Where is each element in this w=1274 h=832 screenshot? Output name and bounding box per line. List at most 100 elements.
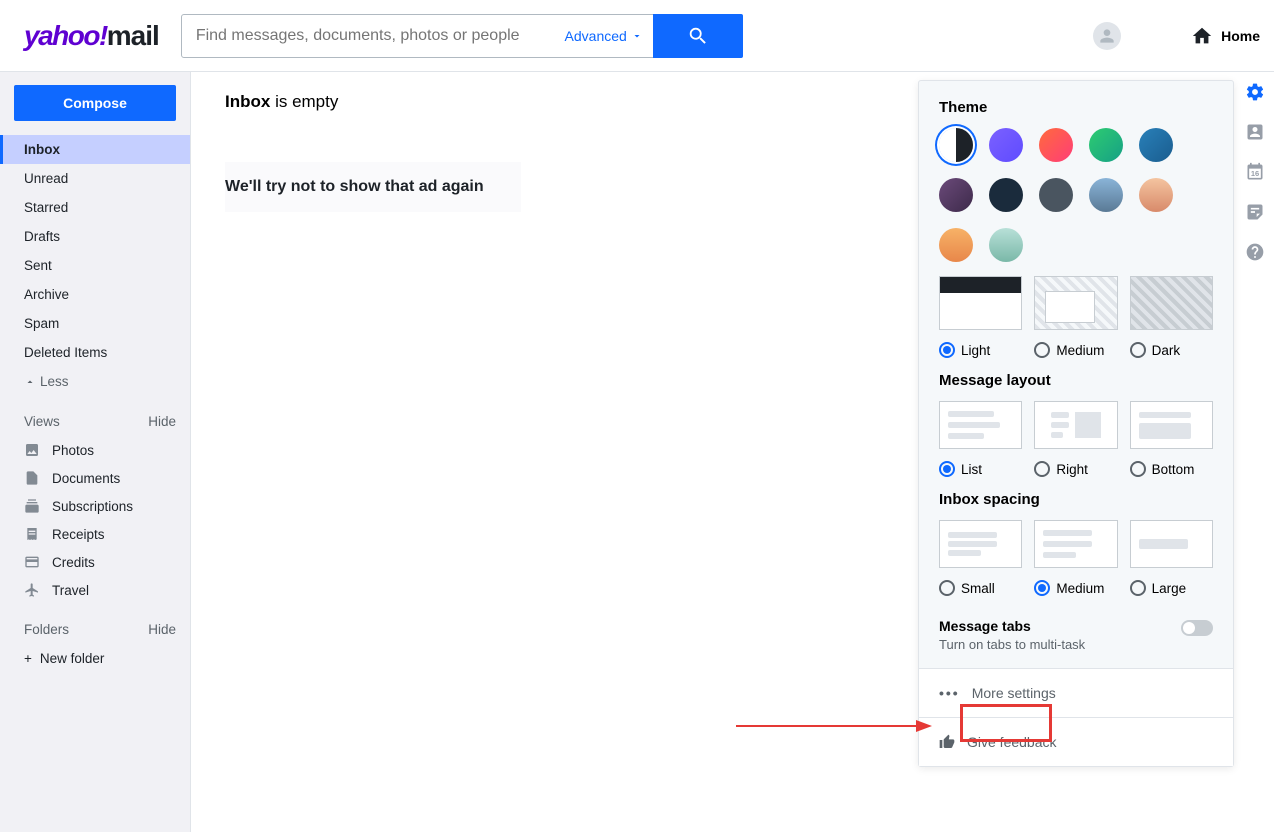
home-button[interactable]: Home (1191, 25, 1260, 47)
receipt-icon (24, 526, 40, 542)
message-tabs-row: Message tabs Turn on tabs to multi-task (919, 610, 1233, 668)
photo-icon (24, 442, 40, 458)
view-label: Documents (52, 471, 120, 486)
folder-drafts[interactable]: Drafts (0, 222, 190, 251)
swatch-blue[interactable] (1139, 128, 1173, 162)
radio-small[interactable]: Small (939, 580, 1022, 596)
swatch-gray[interactable] (1039, 178, 1073, 212)
radio-large[interactable]: Large (1130, 580, 1213, 596)
spacing-radios: Small Medium Large (919, 576, 1233, 610)
chevron-up-icon (24, 376, 36, 388)
dots-icon: ••• (939, 685, 960, 701)
swatch-classic[interactable] (939, 128, 973, 162)
folders-title: Folders (24, 622, 69, 637)
tabs-subtitle: Turn on tabs to multi-task (939, 637, 1085, 652)
notes-icon[interactable] (1245, 202, 1265, 222)
swatch-violet[interactable] (939, 178, 973, 212)
theme-light-preview[interactable] (939, 276, 1022, 330)
less-toggle[interactable]: Less (0, 367, 190, 396)
swatch-purple[interactable] (989, 128, 1023, 162)
layout-right-preview[interactable] (1034, 401, 1117, 449)
view-credits[interactable]: Credits (0, 548, 190, 576)
theme-mode-radios: Light Medium Dark (919, 338, 1233, 372)
views-hide[interactable]: Hide (148, 414, 176, 429)
give-feedback[interactable]: Give feedback (919, 717, 1233, 766)
advanced-label: Advanced (565, 28, 627, 44)
document-icon (24, 470, 40, 486)
contacts-icon[interactable] (1245, 122, 1265, 142)
tabs-title: Message tabs (939, 618, 1085, 634)
swatch-mountain[interactable] (1089, 178, 1123, 212)
less-label: Less (40, 374, 69, 389)
spacing-large-preview[interactable] (1130, 520, 1213, 568)
calendar-icon[interactable]: 16 (1245, 162, 1265, 182)
help-icon[interactable] (1245, 242, 1265, 262)
swatch-sunset[interactable] (939, 228, 973, 262)
layout-list-preview[interactable] (939, 401, 1022, 449)
inbox-title: Inbox (225, 92, 270, 111)
advanced-search[interactable]: Advanced (555, 28, 653, 44)
folder-spam[interactable]: Spam (0, 309, 190, 338)
inbox-empty: is empty (270, 92, 338, 111)
theme-swatches (919, 128, 1233, 276)
swatch-ocean[interactable] (989, 228, 1023, 262)
spacing-medium-preview[interactable] (1034, 520, 1117, 568)
swatch-green[interactable] (1089, 128, 1123, 162)
search-input[interactable] (182, 27, 555, 45)
folder-unread[interactable]: Unread (0, 164, 190, 193)
subscriptions-icon (24, 498, 40, 514)
settings-panel: Theme Light Medium Dark Message layout L… (918, 80, 1234, 767)
layout-previews (919, 401, 1233, 457)
tabs-toggle[interactable] (1181, 620, 1213, 636)
swatch-orange[interactable] (1039, 128, 1073, 162)
theme-dark-preview[interactable] (1130, 276, 1213, 330)
svg-text:16: 16 (1251, 169, 1259, 178)
spacing-small-preview[interactable] (939, 520, 1022, 568)
folder-sent[interactable]: Sent (0, 251, 190, 280)
thumb-icon (939, 734, 955, 750)
radio-dark[interactable]: Dark (1130, 342, 1213, 358)
sidebar: Compose Inbox Unread Starred Drafts Sent… (0, 72, 191, 832)
folder-inbox[interactable]: Inbox (0, 135, 190, 164)
view-receipts[interactable]: Receipts (0, 520, 190, 548)
radio-light[interactable]: Light (939, 342, 1022, 358)
ad-message: We'll try not to show that ad again (225, 162, 521, 212)
view-travel[interactable]: Travel (0, 576, 190, 604)
view-documents[interactable]: Documents (0, 464, 190, 492)
folder-deleted[interactable]: Deleted Items (0, 338, 190, 367)
view-label: Subscriptions (52, 499, 133, 514)
new-folder-label: New folder (40, 651, 105, 666)
views-header: Views Hide (0, 396, 190, 436)
swatch-beach[interactable] (1139, 178, 1173, 212)
view-subscriptions[interactable]: Subscriptions (0, 492, 190, 520)
plane-icon (24, 582, 40, 598)
radio-bottom[interactable]: Bottom (1130, 461, 1213, 477)
home-label: Home (1221, 28, 1260, 44)
views-title: Views (24, 414, 60, 429)
theme-medium-preview[interactable] (1034, 276, 1117, 330)
view-label: Credits (52, 555, 95, 570)
more-settings-label: More settings (972, 685, 1056, 701)
radio-list[interactable]: List (939, 461, 1022, 477)
radio-right[interactable]: Right (1034, 461, 1117, 477)
spacing-previews (919, 520, 1233, 576)
radio-med[interactable]: Medium (1034, 580, 1117, 596)
layout-bottom-preview[interactable] (1130, 401, 1213, 449)
compose-button[interactable]: Compose (14, 85, 176, 121)
radio-medium[interactable]: Medium (1034, 342, 1117, 358)
search-button[interactable] (653, 14, 743, 58)
new-folder[interactable]: + New folder (0, 644, 190, 673)
gear-icon[interactable] (1245, 82, 1265, 102)
more-settings[interactable]: ••• More settings (919, 668, 1233, 717)
folders-hide[interactable]: Hide (148, 622, 176, 637)
plus-icon: + (24, 651, 32, 666)
folder-archive[interactable]: Archive (0, 280, 190, 309)
avatar[interactable] (1093, 22, 1121, 50)
logo[interactable]: yahoo!mail (24, 20, 159, 52)
spacing-heading: Inbox spacing (919, 491, 1233, 520)
folder-starred[interactable]: Starred (0, 193, 190, 222)
person-icon (1097, 26, 1117, 46)
theme-mode-previews (919, 276, 1233, 338)
swatch-navy[interactable] (989, 178, 1023, 212)
view-photos[interactable]: Photos (0, 436, 190, 464)
